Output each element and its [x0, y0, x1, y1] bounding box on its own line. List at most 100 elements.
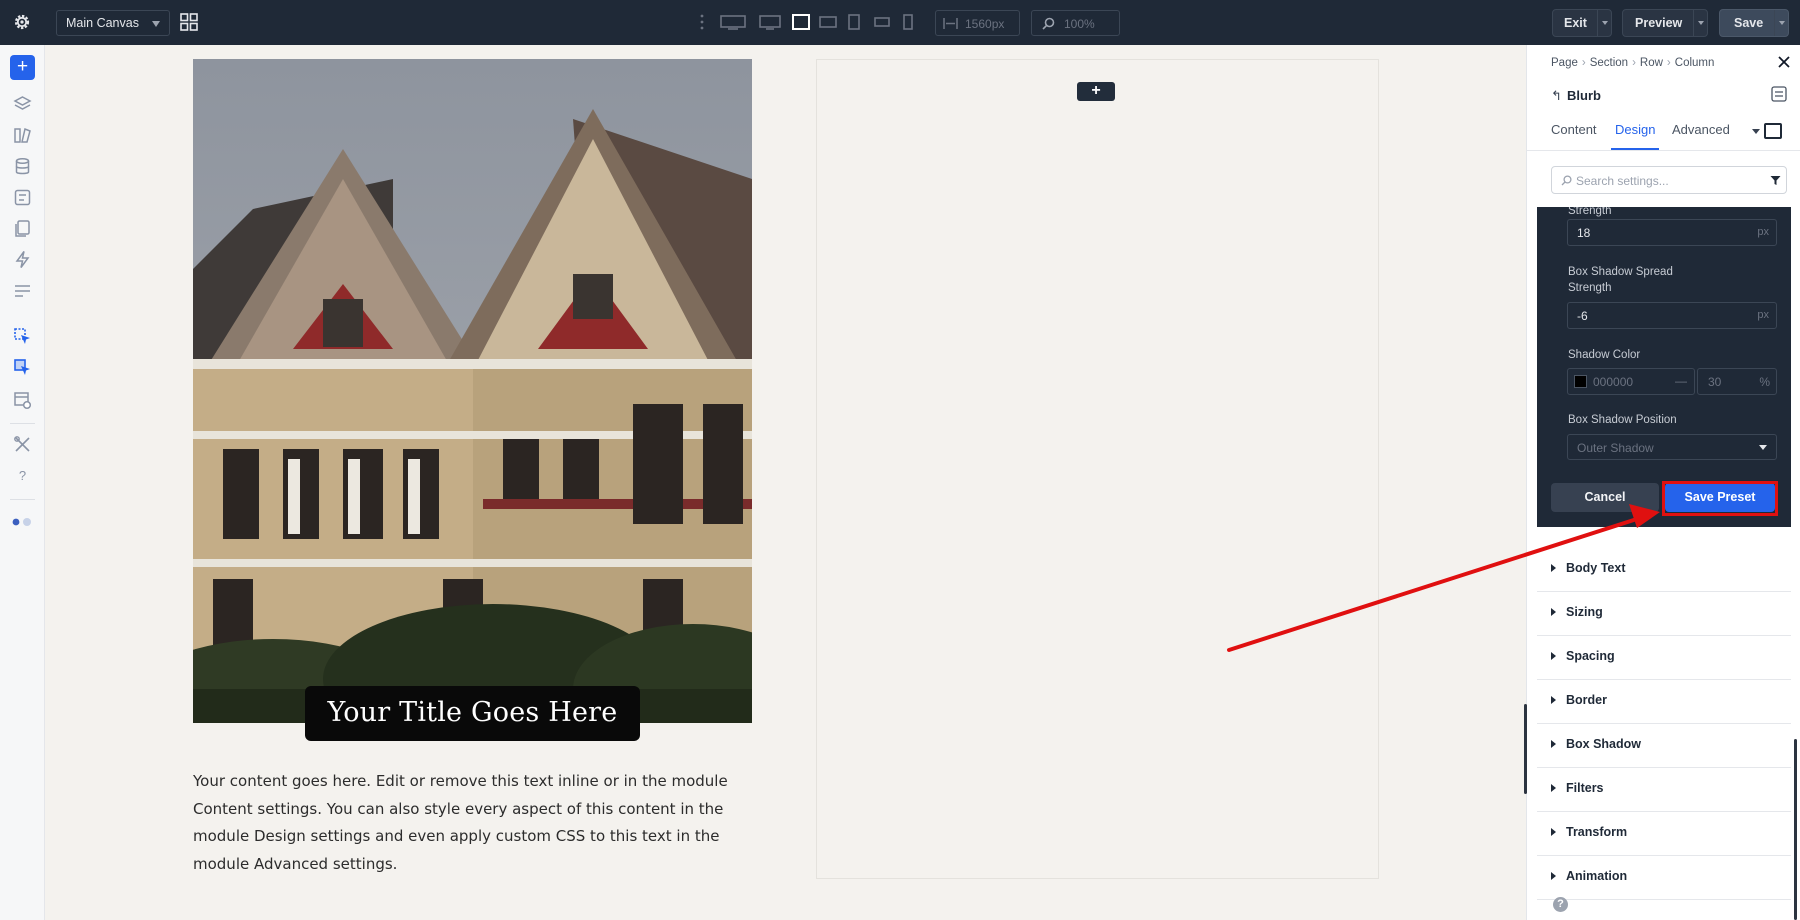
blur-strength-unit: px — [1757, 226, 1769, 238]
phone-icon[interactable] — [901, 13, 915, 31]
layers-icon[interactable] — [13, 95, 32, 114]
shadow-position-select[interactable]: Outer Shadow — [1567, 434, 1777, 460]
group-label: Box Shadow — [1566, 737, 1642, 751]
caret-right-icon — [1551, 740, 1556, 748]
breadcrumb-item[interactable]: Page — [1551, 57, 1578, 69]
cancel-button[interactable]: Cancel — [1551, 483, 1659, 512]
back-icon[interactable]: ↰ — [1551, 88, 1562, 104]
shadow-position-label: Box Shadow Position — [1568, 414, 1677, 426]
tools-icon[interactable] — [13, 435, 32, 454]
kebab-icon[interactable] — [699, 13, 705, 31]
grid-icon[interactable] — [180, 13, 198, 31]
group-spacing[interactable]: Spacing — [1537, 636, 1791, 680]
add-icon[interactable]: + — [10, 55, 35, 80]
settings-sliders-icon[interactable] — [13, 281, 32, 300]
laptop-icon[interactable] — [791, 13, 811, 31]
exit-label: Exit — [1564, 16, 1587, 30]
pages-icon[interactable] — [13, 219, 32, 238]
close-icon[interactable] — [1777, 55, 1791, 69]
tablet-icon[interactable] — [846, 13, 862, 31]
chevron-down-icon — [1759, 445, 1767, 450]
group-filters[interactable]: Filters — [1537, 768, 1791, 812]
group-transform[interactable]: Transform — [1537, 812, 1791, 856]
left-sidebar: + ? — [0, 45, 45, 920]
toggle-icon[interactable] — [11, 517, 35, 527]
settings-tabs: Content Design Advanced — [1527, 113, 1800, 151]
group-box-shadow[interactable]: Box Shadow — [1537, 724, 1791, 768]
annotation-highlight-box — [1662, 481, 1778, 516]
group-sizing[interactable]: Sizing — [1537, 592, 1791, 636]
caret-right-icon — [1551, 872, 1556, 880]
group-body-text[interactable]: Body Text — [1537, 548, 1791, 592]
exit-dropdown[interactable] — [1597, 10, 1611, 36]
canvas-select[interactable]: Main Canvas — [56, 10, 170, 36]
strength-label: Strength — [1568, 207, 1612, 217]
scrollbar[interactable] — [1794, 739, 1797, 920]
spread-strength-label: Box Shadow Spread Strength — [1568, 266, 1673, 294]
help-icon[interactable]: ? — [13, 468, 32, 483]
body-line: module Design settings and even apply cu… — [193, 827, 720, 845]
shadow-color-input[interactable]: 000000 — — [1567, 368, 1695, 395]
shadow-position-value: Outer Shadow — [1577, 441, 1654, 455]
preset-icon[interactable] — [1771, 86, 1787, 102]
cursor-select-icon[interactable] — [13, 327, 32, 346]
caret-right-icon — [1551, 652, 1556, 660]
color-swatch[interactable] — [1574, 375, 1587, 388]
exit-button[interactable]: Exit — [1552, 9, 1612, 37]
tab-advanced[interactable]: Advanced — [1672, 122, 1730, 137]
search-settings-input[interactable]: Search settings... — [1551, 166, 1787, 194]
blurb-image[interactable] — [193, 59, 752, 723]
breadcrumb-item[interactable]: Column — [1675, 57, 1715, 69]
phone-landscape-icon[interactable] — [873, 13, 891, 31]
preset-editor: Strength 18 px Box Shadow Spread Strengt… — [1537, 207, 1791, 527]
caret-right-icon — [1551, 784, 1556, 792]
save-dropdown[interactable] — [1774, 10, 1788, 36]
layout-settings-icon[interactable] — [13, 391, 32, 410]
cursor-multi-select-icon[interactable] — [13, 358, 32, 377]
shadow-color-value: 000000 — [1593, 375, 1634, 389]
breadcrumb-item[interactable]: Row — [1640, 57, 1663, 69]
blurb-body-text[interactable]: Your content goes here. Edit or remove t… — [193, 768, 753, 878]
breadcrumb-item[interactable]: Section — [1590, 57, 1628, 69]
active-tab-indicator — [1611, 148, 1659, 150]
shadow-opacity-input[interactable]: 30 % — [1697, 368, 1777, 395]
body-line: module Advanced settings. — [193, 854, 398, 873]
body-line: Your content goes here. Edit or remove t… — [193, 772, 728, 790]
group-animation[interactable]: Animation — [1537, 856, 1791, 900]
group-border[interactable]: Border — [1537, 680, 1791, 724]
add-module-button[interactable]: + — [1077, 82, 1115, 101]
group-label: Body Text — [1566, 561, 1626, 575]
canvas-width-field[interactable]: 1560px — [935, 10, 1020, 36]
help-icon[interactable]: ? — [1553, 897, 1568, 912]
save-button[interactable]: Save — [1719, 9, 1789, 37]
empty-column[interactable] — [816, 59, 1379, 879]
zoom-field[interactable]: 100% — [1031, 10, 1120, 36]
scrollbar[interactable] — [1524, 704, 1527, 794]
form-icon[interactable] — [13, 188, 32, 207]
tab-content[interactable]: Content — [1551, 122, 1597, 137]
spread-strength-input[interactable]: -6 px — [1567, 302, 1777, 329]
top-toolbar: Main Canvas 1560px 100% Exit Preview Sav… — [0, 0, 1800, 45]
square-icon[interactable] — [1764, 123, 1782, 139]
lightning-icon[interactable] — [13, 250, 32, 269]
gear-icon[interactable] — [12, 12, 32, 32]
blurb-title[interactable]: Your Title Goes Here — [305, 686, 640, 741]
search-icon — [1561, 175, 1572, 186]
library-icon[interactable] — [13, 126, 32, 145]
desktop-wide-icon[interactable] — [719, 13, 747, 31]
blur-strength-input[interactable]: 18 px — [1567, 219, 1777, 246]
group-label: Sizing — [1566, 605, 1603, 619]
preview-button[interactable]: Preview — [1622, 9, 1708, 37]
database-icon[interactable] — [13, 157, 32, 176]
sidebar-divider — [10, 499, 35, 500]
preview-dropdown[interactable] — [1693, 10, 1707, 36]
tablet-landscape-icon[interactable] — [818, 13, 838, 31]
chevron-down-icon[interactable] — [1752, 129, 1760, 134]
chevron-down-icon — [152, 21, 160, 27]
save-label: Save — [1734, 16, 1764, 30]
tab-design[interactable]: Design — [1615, 122, 1655, 137]
canvas-width-value: 1560px — [965, 17, 1005, 31]
filter-icon[interactable] — [1770, 175, 1781, 186]
width-icon — [943, 18, 958, 29]
desktop-icon[interactable] — [758, 13, 782, 31]
